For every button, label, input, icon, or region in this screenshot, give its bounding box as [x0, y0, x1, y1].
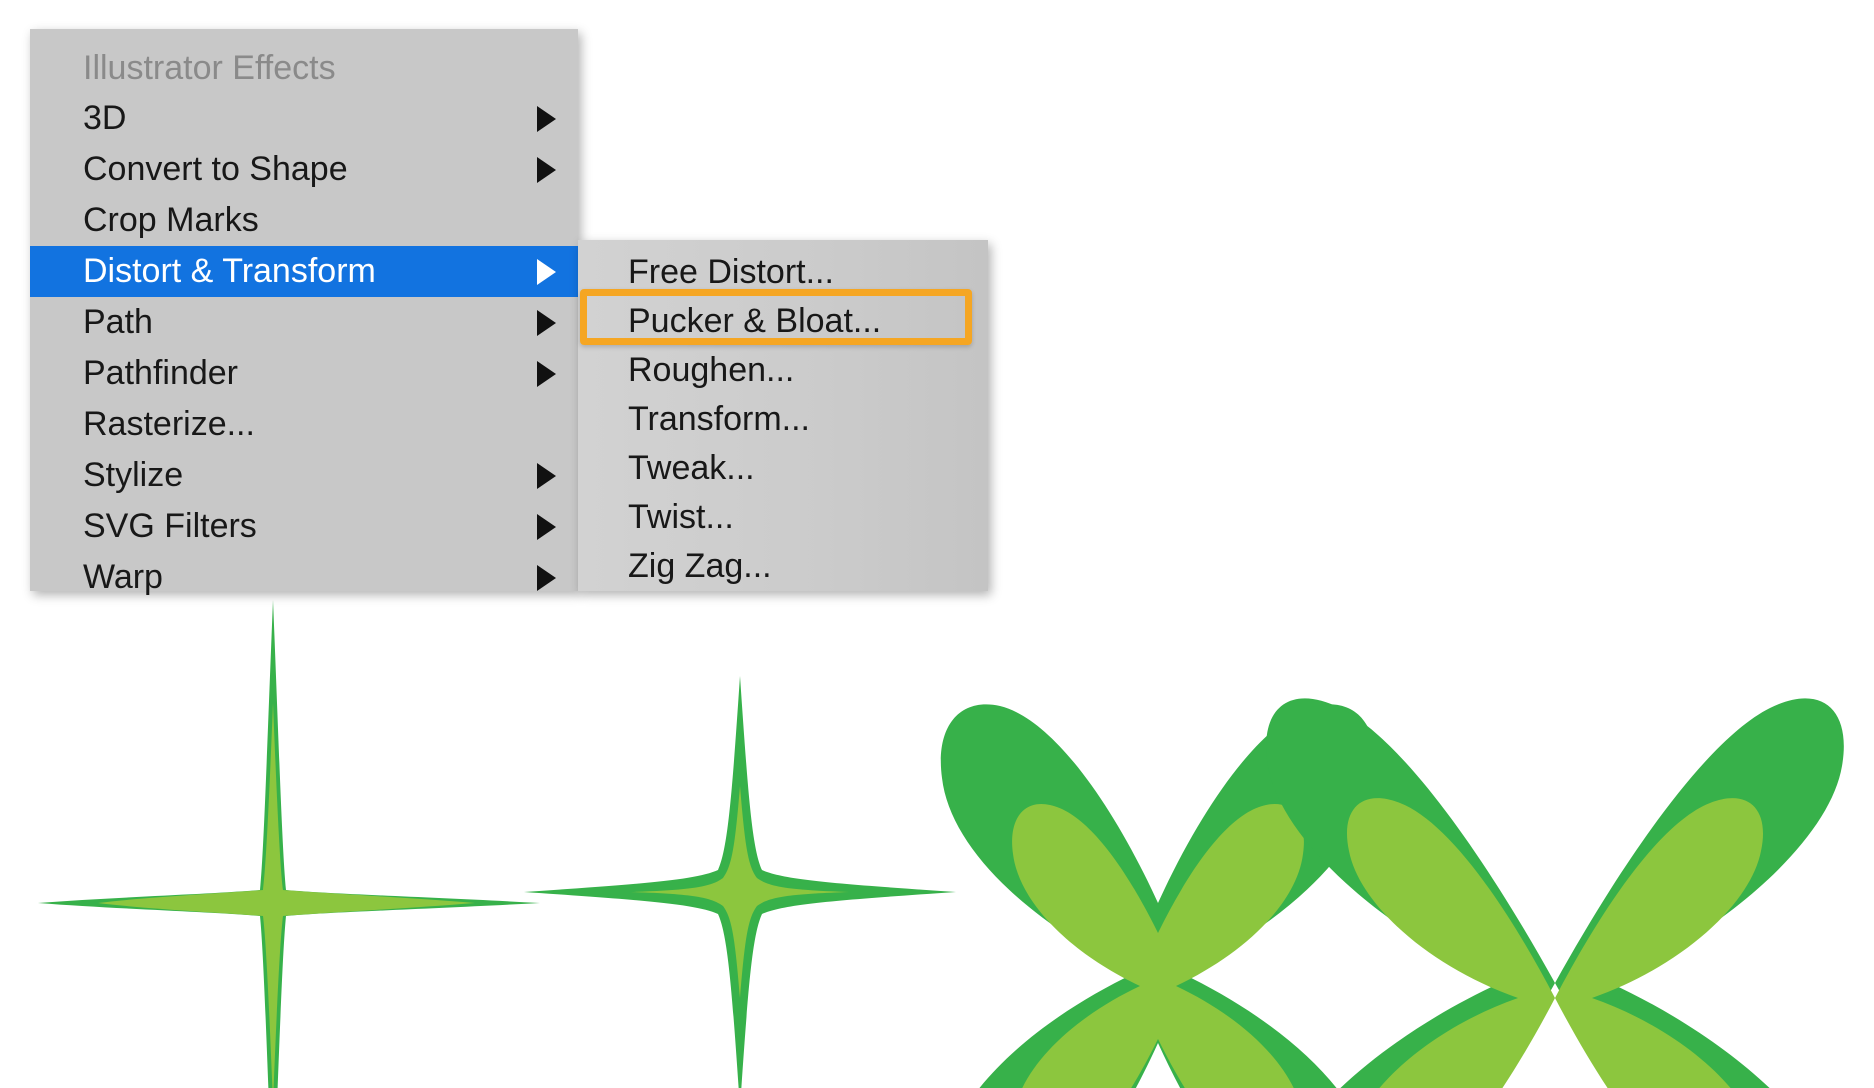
illustrator-effects-menu[interactable]: Illustrator Effects 3D Convert to Shape … — [30, 29, 578, 596]
submenu-item-label: Zig Zag... — [628, 547, 772, 585]
menu-item-pathfinder[interactable]: Pathfinder — [30, 348, 578, 399]
menu-item-rasterize[interactable]: Rasterize... — [30, 399, 578, 450]
menu-item-path[interactable]: Path — [30, 297, 578, 348]
submenu-item-label: Tweak... — [628, 449, 755, 487]
menu-item-warp[interactable]: Warp — [30, 552, 578, 603]
menu-item-label: SVG Filters — [83, 507, 257, 545]
submenu-item-roughen[interactable]: Roughen... — [578, 346, 988, 395]
bloat-medium-inner — [1012, 803, 1304, 1088]
menu-item-label: Convert to Shape — [83, 150, 348, 188]
submenu-item-pucker-and-bloat[interactable]: Pucker & Bloat... — [578, 297, 988, 346]
submenu-arrow-icon — [537, 513, 556, 540]
shape-bloat-max-x — [1266, 698, 1844, 1088]
submenu-item-transform[interactable]: Transform... — [578, 395, 988, 444]
menu-item-convert-to-shape[interactable]: Convert to Shape — [30, 144, 578, 195]
submenu-item-label: Pucker & Bloat... — [628, 302, 882, 340]
menu-item-label: Stylize — [83, 456, 184, 494]
artwork-canvas — [0, 598, 1874, 1088]
submenu-item-free-distort[interactable]: Free Distort... — [578, 248, 988, 297]
menu-header-illustrator-effects: Illustrator Effects — [30, 43, 578, 93]
menu-item-label: Path — [83, 303, 153, 341]
menu-item-stylize[interactable]: Stylize — [30, 450, 578, 501]
submenu-item-zig-zag[interactable]: Zig Zag... — [578, 542, 988, 591]
pucker-medium-inner — [631, 786, 849, 998]
menu-item-label: 3D — [83, 99, 127, 137]
menu-item-svg-filters[interactable]: SVG Filters — [30, 501, 578, 552]
pucker-max-outer — [38, 600, 540, 1088]
submenu-arrow-icon — [537, 309, 556, 336]
submenu-arrow-icon — [537, 156, 556, 183]
submenu-arrow-icon — [537, 564, 556, 591]
submenu-item-label: Free Distort... — [628, 253, 834, 291]
submenu-arrow-icon — [537, 462, 556, 489]
menu-item-label: Rasterize... — [83, 405, 255, 443]
submenu-item-label: Roughen... — [628, 351, 795, 389]
menu-item-label: Crop Marks — [83, 201, 259, 239]
shape-pucker-max-star — [38, 600, 540, 1088]
submenu-item-twist[interactable]: Twist... — [578, 493, 988, 542]
submenu-arrow-icon — [537, 258, 556, 285]
submenu-item-label: Twist... — [628, 498, 734, 536]
distort-and-transform-submenu[interactable]: Free Distort... Pucker & Bloat... Roughe… — [578, 240, 988, 591]
menu-item-distort-and-transform[interactable]: Distort & Transform — [30, 246, 578, 297]
submenu-item-label: Transform... — [628, 400, 810, 438]
submenu-item-tweak[interactable]: Tweak... — [578, 444, 988, 493]
shape-pucker-medium-star — [524, 676, 956, 1088]
menu-item-label: Distort & Transform — [83, 252, 376, 290]
pucker-max-inner — [98, 703, 475, 1088]
submenu-arrow-icon — [537, 105, 556, 132]
menu-item-3d[interactable]: 3D — [30, 93, 578, 144]
menu-item-crop-marks[interactable]: Crop Marks — [30, 195, 578, 246]
menu-item-label: Warp — [83, 558, 163, 596]
menu-item-label: Illustrator Effects — [83, 49, 336, 87]
submenu-arrow-icon — [537, 360, 556, 387]
bloat-max-outer — [1266, 698, 1844, 1088]
menu-item-label: Pathfinder — [83, 354, 238, 392]
